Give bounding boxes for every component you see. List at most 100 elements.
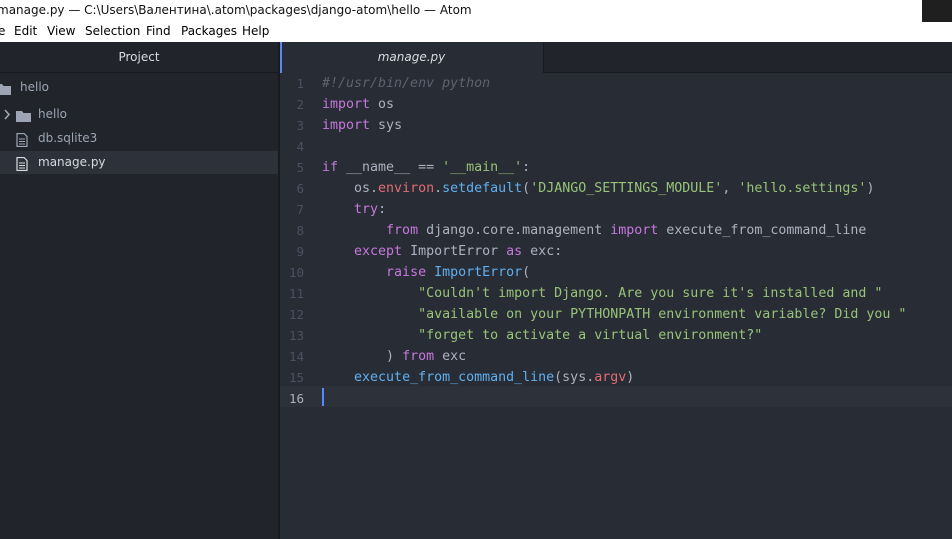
code-token: execute_from_command_line — [354, 370, 555, 385]
folder-icon — [0, 81, 12, 104]
line-number: 8 — [296, 223, 304, 238]
code-line: raise ImportError( — [322, 262, 530, 283]
code-token: "forget to activate a virtual environmen… — [418, 328, 763, 343]
code-token: argv — [594, 370, 627, 385]
code-token: as — [506, 244, 523, 259]
code-line: "forget to activate a virtual environmen… — [322, 325, 762, 346]
code-token: "Couldn't import Django. Are you sure it… — [418, 286, 883, 301]
code-token: ) — [866, 181, 875, 196]
code-token: raise — [386, 265, 427, 280]
code-token: django.core.management — [418, 223, 611, 238]
code-token: try — [354, 202, 379, 217]
code-token: ) — [626, 370, 635, 385]
code-token: __name__ == — [338, 160, 443, 175]
tree-item-manage-py[interactable]: manage.py — [0, 151, 278, 174]
code-line: try: — [322, 199, 386, 220]
code-token: import — [610, 223, 659, 238]
code-token: from — [386, 223, 419, 238]
tree-item-label: db.sqlite3 — [38, 131, 98, 145]
file-icon — [16, 156, 28, 179]
code-line: ) from exc — [322, 346, 466, 367]
code-token: #!/usr/bin/env python — [322, 76, 491, 91]
code-line: os.environ.setdefault('DJANGO_SETTINGS_M… — [322, 178, 874, 199]
code-token: setdefault — [442, 181, 523, 196]
line-number: 16 — [288, 391, 304, 406]
menu-edit[interactable]: Edit — [14, 24, 37, 38]
code-token: exc: — [522, 244, 563, 259]
code-token: ImportError — [434, 265, 523, 280]
line-number: 6 — [296, 181, 304, 196]
line-number: 5 — [296, 160, 304, 175]
code-token: import — [322, 118, 371, 133]
code-token: exc — [434, 349, 467, 364]
code-token: if — [322, 160, 339, 175]
window-controls-area[interactable] — [922, 0, 952, 22]
tab-label: manage.py — [377, 50, 446, 64]
code-line: from django.core.management import execu… — [322, 220, 866, 241]
code-token: "available on your PYTHONPATH environmen… — [418, 307, 907, 322]
line-number: 2 — [296, 97, 304, 112]
code-token: 'hello.settings' — [738, 181, 867, 196]
line-number-gutter[interactable]: 1 2 3 4 5 6 7 8 9 10 11 12 13 14 15 16 — [280, 72, 316, 539]
code-token: , — [722, 181, 739, 196]
current-line-highlight — [280, 386, 952, 407]
line-number: 15 — [288, 370, 304, 385]
code-token: . — [434, 181, 443, 196]
code-token: (sys. — [554, 370, 595, 385]
code-line: "available on your PYTHONPATH environmen… — [322, 304, 906, 325]
line-number: 9 — [296, 244, 304, 259]
code-line: import os — [322, 94, 394, 115]
code-token: 'DJANGO_SETTINGS_MODULE' — [530, 181, 723, 196]
code-line: "Couldn't import Django. Are you sure it… — [322, 283, 882, 304]
line-number: 12 — [288, 307, 304, 322]
tree-root-hello[interactable]: hello — [0, 76, 278, 99]
code-line: execute_from_command_line(sys.argv) — [322, 367, 634, 388]
code-token: ) — [322, 349, 403, 364]
line-number: 11 — [288, 286, 304, 301]
line-number: 13 — [288, 328, 304, 343]
line-number: 10 — [288, 265, 304, 280]
menu-help[interactable]: Help — [242, 24, 269, 38]
tab-manage-py[interactable]: manage.py — [280, 42, 544, 73]
code-token: ( — [522, 181, 531, 196]
code-token: except — [354, 244, 403, 259]
code-token: environ — [378, 181, 435, 196]
code-token: import — [322, 97, 371, 112]
line-number: 1 — [296, 76, 304, 91]
title-bar: manage.py — C:\Users\Валентина\.atom\pac… — [0, 0, 952, 22]
tree-view: Project hello hello db.sqlite3 manage.py — [0, 42, 278, 539]
menu-file[interactable]: e — [0, 24, 5, 38]
code-line: except ImportError as exc: — [322, 241, 562, 262]
code-token: : — [378, 202, 387, 217]
tree-item-label: hello — [38, 107, 67, 121]
menu-selection[interactable]: Selection — [85, 24, 140, 38]
code-token: '__main__' — [442, 160, 523, 175]
tab-bar: manage.py — [280, 42, 952, 73]
tree-item-label: manage.py — [38, 155, 106, 169]
tree-root-label: hello — [20, 80, 49, 94]
tree-item-db-sqlite3[interactable]: db.sqlite3 — [0, 127, 278, 150]
line-number: 3 — [296, 118, 304, 133]
code-line: #!/usr/bin/env python — [322, 73, 490, 94]
code-token: from — [402, 349, 435, 364]
line-number: 14 — [288, 349, 304, 364]
menu-find[interactable]: Find — [146, 24, 171, 38]
code-token: execute_from_command_line — [658, 223, 867, 238]
code-token: ImportError — [402, 244, 507, 259]
menu-packages[interactable]: Packages — [181, 24, 237, 38]
window-title: manage.py — C:\Users\Валентина\.atom\pac… — [0, 3, 472, 17]
line-number: 7 — [296, 202, 304, 217]
menu-view[interactable]: View — [47, 24, 75, 38]
line-number: 4 — [296, 139, 304, 154]
tree-item-hello-folder[interactable]: hello — [0, 103, 278, 126]
code-token: os. — [322, 181, 379, 196]
text-cursor — [322, 388, 324, 406]
